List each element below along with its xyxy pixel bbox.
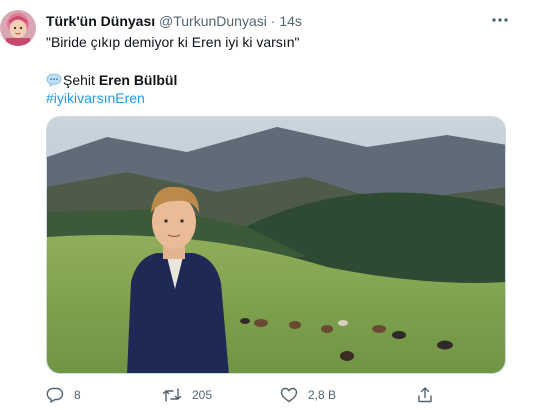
- reply-button[interactable]: 8: [46, 384, 81, 406]
- more-horizontal-icon: [492, 18, 508, 22]
- tweet-photo[interactable]: [46, 116, 506, 374]
- tweet-header: Türk'ün Dünyası @TurkunDunyasi · 14s: [46, 12, 302, 30]
- avatar[interactable]: [0, 10, 36, 46]
- like-button[interactable]: 2,8 B: [280, 384, 336, 406]
- retweet-icon: [162, 388, 182, 402]
- tweet-text-quote: "Biride çıkıp demiyor ki Eren iyi ki var…: [46, 34, 300, 50]
- tweet-card[interactable]: Türk'ün Dünyası @TurkunDunyasi · 14s "Bi…: [0, 0, 547, 410]
- tweet-text-line: Şehit Eren Bülbül: [46, 71, 177, 89]
- tweet-time[interactable]: 14s: [279, 13, 302, 29]
- photo-boy-in-meadow: [47, 117, 505, 373]
- like-count: 2,8 B: [308, 388, 337, 402]
- profile-avatar: [0, 10, 36, 46]
- share-icon: [418, 387, 432, 403]
- tweet-actions: 8 205 2,8 B: [46, 384, 506, 406]
- heart-icon: [280, 387, 298, 403]
- user-handle[interactable]: @TurkunDunyasi: [159, 13, 267, 29]
- tweet-text-prefix: Şehit: [63, 72, 95, 88]
- reply-icon: [46, 387, 64, 403]
- retweet-count: 205: [192, 388, 213, 402]
- retweet-button[interactable]: 205: [162, 384, 212, 406]
- speech-balloon-icon: [46, 73, 62, 87]
- separator-dot: ·: [270, 13, 276, 29]
- reply-count: 8: [74, 388, 81, 402]
- more-options-button[interactable]: [489, 10, 511, 30]
- hashtag-link[interactable]: #iyikivarsınEren: [46, 89, 145, 107]
- tweet-text-bold-name: Eren Bülbül: [98, 72, 178, 88]
- display-name[interactable]: Türk'ün Dünyası: [46, 13, 155, 29]
- share-button[interactable]: [416, 384, 444, 406]
